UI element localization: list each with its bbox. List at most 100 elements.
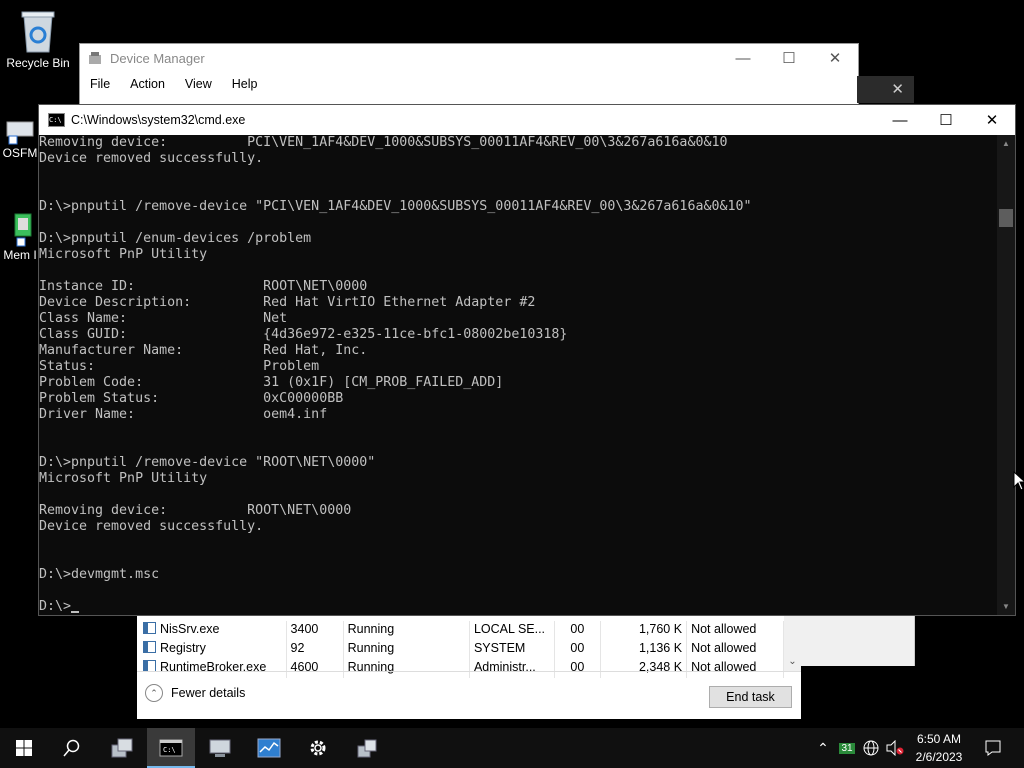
menu-file[interactable]: File [80,77,120,91]
close-button[interactable]: ✕ [969,105,1015,135]
task-manager-side-panel [801,614,915,666]
process-list-scrollbar[interactable]: ⌄ [784,614,801,671]
process-uac: Not allowed [691,640,757,655]
console-line: Instance ID: ROOT\NET\0000 [39,279,368,294]
process-name: Registry [160,640,206,655]
start-button[interactable] [0,728,48,768]
search-button[interactable] [48,728,96,768]
windows-logo-icon [16,740,32,756]
console-line: D:\>pnputil /remove-device "PCI\VEN_1AF4… [39,199,752,214]
mouse-pointer-icon [1013,471,1024,491]
console-line: D:\>pnputil /remove-device "ROOT\NET\000… [39,455,376,470]
menu-help[interactable]: Help [222,77,268,91]
process-pid: 3400 [290,621,319,636]
process-icon [143,640,156,653]
taskbar-network-setup[interactable] [343,728,391,768]
process-cell-user: LOCAL SE... [469,619,555,638]
device-manager-window[interactable]: Device Manager — ☐ ✕ File Action View He… [79,43,859,105]
process-icon [143,659,156,672]
task-manager-icon [257,738,281,758]
clock-date: 2/6/2023 [915,750,963,764]
process-status: Running [347,640,395,655]
end-task-button[interactable]: End task [709,686,792,708]
clock-time: 6:50 AM [916,732,962,746]
background-window-titlebar[interactable]: ✕ [857,76,914,103]
menu-view[interactable]: View [175,77,222,91]
process-cell-name: Registry [139,638,287,657]
console-prompt-line[interactable]: D:\> [39,599,997,615]
desktop-icon-recycle-bin[interactable]: Recycle Bin [1,8,75,70]
taskbar-device-manager[interactable] [196,728,244,768]
device-manager-titlebar[interactable]: Device Manager — ☐ ✕ [80,44,858,72]
console-output[interactable]: Removing device: PCI\VEN_1AF4&DEV_1000&S… [39,135,997,615]
tray-volume-button[interactable] [884,728,906,768]
action-center-button[interactable] [978,728,1008,768]
chevron-up-icon: ⌃ [145,684,163,702]
process-table: NisSrv.exe 3400 Running LOCAL SE... 00 1,760 … [139,619,784,678]
process-name: NisSrv.exe [160,621,220,636]
process-memory: 1,760 K [638,621,683,636]
process-cell-uac: Not allowed [686,638,784,657]
console-line: Status: Problem [39,359,320,374]
console-line: Removing device: ROOT\NET\0000 [39,503,352,518]
console-line: Problem Code: 31 (0x1F) [CM_PROB_FAILED_… [39,375,504,390]
speaker-muted-icon [886,740,904,756]
desktop-icon-osfm[interactable]: OSFM [0,116,40,160]
scroll-down-icon[interactable]: ▼ [997,602,1015,611]
process-cell-pid: 3400 [286,619,344,638]
text-cursor [71,611,80,613]
desktop-icon-mem[interactable]: Mem I [0,212,40,262]
console-line: D:\>devmgmt.msc [39,567,160,582]
menu-action[interactable]: Action [120,77,175,91]
task-manager-window[interactable]: NisSrv.exe 3400 Running LOCAL SE... 00 1,760 … [137,614,801,719]
scroll-up-icon[interactable]: ▲ [997,139,1015,148]
taskbar-cmd[interactable]: C:\ [147,728,195,768]
taskbar-task-manager[interactable] [245,728,293,768]
tray-badge-text: 31 [839,742,855,754]
desktop-icon-label: Recycle Bin [6,56,70,70]
process-icon [143,621,156,634]
process-cell-status: Running [343,619,470,638]
process-cell-pid: 92 [286,638,344,657]
tray-network-button[interactable] [860,728,882,768]
minimize-button[interactable]: — [877,105,923,135]
fewer-details-label: Fewer details [171,686,246,700]
task-manager-footer: ⌃ Fewer details End task [137,671,801,720]
cmd-scrollbar[interactable]: ▲ ▼ [997,135,1015,615]
process-cpu: 00 [570,640,585,655]
console-line: Removing device: PCI\VEN_1AF4&DEV_1000&S… [39,135,728,150]
console-line: Problem Status: 0xC00000BB [39,391,344,406]
taskbar-clock[interactable]: 6:50 AM 2/6/2023 [906,730,972,766]
cmd-window[interactable]: C:\ C:\Windows\system32\cmd.exe — ☐ ✕ Re… [38,104,1016,616]
process-cell-status: Running [343,638,470,657]
cmd-titlebar[interactable]: C:\ C:\Windows\system32\cmd.exe — ☐ ✕ [39,105,1015,135]
process-memory: 1,136 K [638,640,683,655]
minimize-button[interactable]: — [720,44,766,72]
memory-shortcut-icon [14,213,32,247]
scroll-down-icon[interactable]: ⌄ [784,656,801,671]
close-icon[interactable]: ✕ [891,80,904,98]
taskbar-settings[interactable] [294,728,342,768]
process-uac: Not allowed [691,621,757,636]
process-cell-cpu: 00 [554,619,602,638]
process-row[interactable]: Registry 92 Running SYSTEM 00 1,136 K Not allo… [139,638,784,657]
console-line: Device Description: Red Hat VirtIO Ether… [39,295,536,310]
maximize-button[interactable]: ☐ [923,105,969,135]
taskbar-server-manager[interactable] [98,728,146,768]
console-line: Driver Name: oem4.inf [39,407,328,422]
show-hidden-icons-button[interactable]: ⌃ [812,728,834,768]
close-button[interactable]: ✕ [812,44,858,72]
tray-calendar-badge[interactable]: 31 [837,728,857,768]
process-row[interactable]: NisSrv.exe 3400 Running LOCAL SE... 00 1,760 … [139,619,784,638]
desktop-icon-label: Mem I [3,248,37,262]
maximize-button[interactable]: ☐ [766,44,812,72]
fewer-details-button[interactable]: ⌃ Fewer details [145,684,245,702]
scrollbar-thumb[interactable] [999,209,1013,227]
console-line: Microsoft PnP Utility [39,471,208,486]
